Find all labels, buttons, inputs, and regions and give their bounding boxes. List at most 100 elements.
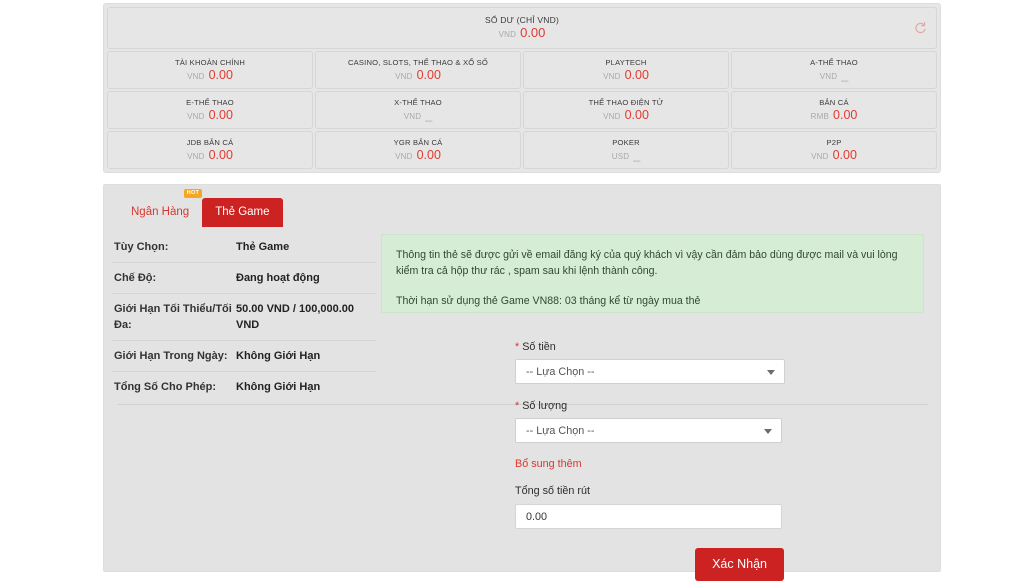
amount-select-value: -- Lựa Chọn -- bbox=[526, 365, 595, 378]
total-balance-value: 0.00 bbox=[520, 25, 546, 40]
account-card: X-THỂ THAO VND _ bbox=[315, 91, 521, 129]
account-card: PLAYTECH VND 0.00 bbox=[523, 51, 729, 89]
account-amount: RMB 0.00 bbox=[811, 108, 858, 124]
tab-ngan-hang[interactable]: Ngân Hàng HOT bbox=[118, 189, 203, 227]
account-currency: VND bbox=[811, 151, 829, 161]
info-value: 50.00 VND / 100,000.00 VND bbox=[236, 303, 355, 331]
account-card: A-THỂ THAO VND _ bbox=[731, 51, 937, 89]
total-withdraw-input[interactable] bbox=[515, 504, 782, 529]
table-row: Giới Hạn Tối Thiểu/Tối Đa: 50.00 VND / 1… bbox=[112, 294, 376, 341]
tab-bar: Ngân Hàng HOT Thẻ Game bbox=[118, 189, 940, 227]
account-value: 0.00 bbox=[833, 107, 858, 122]
account-currency: VND bbox=[819, 71, 838, 81]
account-label: BẮN CÁ bbox=[819, 97, 849, 107]
purchase-form: * Số tiền -- Lựa Chọn -- * Số lượng -- Lựa… bbox=[515, 340, 815, 581]
account-amount: USD _ bbox=[612, 148, 640, 164]
account-card: CASINO, SLOTS, THỂ THAO & XỔ SỐ VND 0.00 bbox=[315, 51, 521, 89]
account-currency: VND bbox=[187, 111, 205, 121]
account-label: JDB BẮN CÁ bbox=[186, 137, 234, 147]
info-key: Tùy Chọn: bbox=[114, 241, 169, 253]
account-card: BẮN CÁ RMB 0.00 bbox=[731, 91, 937, 129]
amount-label: * Số tiền bbox=[515, 340, 815, 354]
account-amount: VND 0.00 bbox=[395, 68, 441, 84]
info-value: Đang hoạt động bbox=[236, 272, 320, 284]
account-amount: VND 0.00 bbox=[187, 108, 233, 124]
info-notice-box: Thông tin thẻ sẽ được gửi về email đăng … bbox=[381, 234, 924, 313]
account-value: _ bbox=[633, 147, 641, 162]
account-card: YGR BẮN CÁ VND 0.00 bbox=[315, 131, 521, 169]
account-label: TÀI KHOẢN CHÍNH bbox=[174, 57, 246, 67]
total-balance-amount: VND 0.00 bbox=[499, 26, 546, 42]
confirm-button[interactable]: Xác Nhận bbox=[695, 548, 784, 581]
total-balance-currency: VND bbox=[498, 30, 517, 39]
account-label: POKER bbox=[612, 137, 640, 147]
account-currency: VND bbox=[403, 111, 422, 121]
account-value: 0.00 bbox=[416, 67, 441, 82]
account-currency: USD bbox=[611, 151, 630, 161]
account-amount: VND _ bbox=[820, 68, 848, 84]
account-value: 0.00 bbox=[208, 67, 233, 82]
account-value: _ bbox=[425, 107, 433, 122]
table-row: Tùy Chọn: Thẻ Game bbox=[112, 232, 376, 263]
account-label: THỂ THAO ĐIỆN TỬ bbox=[588, 97, 664, 107]
amount-select[interactable]: -- Lựa Chọn -- bbox=[515, 359, 785, 384]
info-key: Chế Độ: bbox=[114, 272, 157, 284]
info-key: Giới Hạn Trong Ngày: bbox=[114, 350, 228, 362]
account-card: P2P VND 0.00 bbox=[731, 131, 937, 169]
notice-line-2: Thời hạn sử dụng thẻ Game VN88: 03 tháng… bbox=[396, 295, 701, 307]
account-value: 0.00 bbox=[208, 107, 233, 122]
confirm-row: Xác Nhận bbox=[515, 548, 784, 581]
tab-the-game[interactable]: Thẻ Game bbox=[202, 198, 283, 227]
form-spacer bbox=[515, 384, 815, 399]
hot-badge: HOT bbox=[183, 189, 203, 198]
account-currency: VND bbox=[603, 111, 621, 121]
account-currency: VND bbox=[603, 71, 621, 81]
quantity-label-text: Số lượng bbox=[522, 400, 568, 412]
account-currency: VND bbox=[395, 71, 413, 81]
account-label: CASINO, SLOTS, THỂ THAO & XỔ SỐ bbox=[347, 57, 489, 67]
quantity-label: * Số lượng bbox=[515, 399, 815, 413]
tab-the-game-label: Thẻ Game bbox=[215, 206, 270, 218]
total-withdraw-label: Tổng số tiền rút bbox=[515, 485, 591, 497]
account-value: 0.00 bbox=[416, 147, 441, 162]
account-amount: VND 0.00 bbox=[187, 68, 233, 84]
refresh-icon[interactable] bbox=[913, 21, 927, 35]
account-amount: VND 0.00 bbox=[395, 148, 441, 164]
table-row: Tổng Số Cho Phép: Không Giới Hạn bbox=[112, 372, 376, 402]
account-amount: VND _ bbox=[404, 108, 432, 124]
account-value: 0.00 bbox=[624, 107, 649, 122]
required-asterisk: * bbox=[515, 400, 520, 412]
option-info-table: Tùy Chọn: Thẻ Game Chế Độ: Đang hoạt độn… bbox=[112, 232, 376, 402]
account-amount: VND 0.00 bbox=[603, 68, 649, 84]
account-label: A-THỂ THAO bbox=[810, 57, 858, 67]
required-asterisk: * bbox=[515, 341, 520, 353]
account-card: TÀI KHOẢN CHÍNH VND 0.00 bbox=[107, 51, 313, 89]
page-root: SỐ DƯ (CHỈ VND) VND 0.00 TÀI KHOẢN CHÍNH… bbox=[0, 0, 1024, 586]
info-key: Giới Hạn Tối Thiểu/Tối Đa: bbox=[114, 303, 232, 331]
account-label: YGR BẮN CÁ bbox=[393, 137, 443, 147]
account-currency: VND bbox=[395, 151, 413, 161]
account-value: _ bbox=[841, 67, 849, 82]
balance-panel: SỐ DƯ (CHỈ VND) VND 0.00 TÀI KHOẢN CHÍNH… bbox=[103, 3, 941, 173]
add-more-link[interactable]: Bổ sung thêm bbox=[515, 457, 582, 471]
account-currency: VND bbox=[187, 151, 205, 161]
table-row: Chế Độ: Đang hoạt động bbox=[112, 263, 376, 294]
account-amount: VND 0.00 bbox=[187, 148, 233, 164]
account-card: E-THỂ THAO VND 0.00 bbox=[107, 91, 313, 129]
info-value: Thẻ Game bbox=[236, 241, 290, 253]
notice-line-1: Thông tin thẻ sẽ được gửi về email đăng … bbox=[396, 249, 898, 277]
account-amount: VND 0.00 bbox=[811, 148, 857, 164]
account-balance-grid: TÀI KHOẢN CHÍNH VND 0.00 CASINO, SLOTS, … bbox=[107, 51, 937, 169]
tab-ngan-hang-label: Ngân Hàng bbox=[131, 206, 190, 218]
account-label: X-THỂ THAO bbox=[394, 97, 442, 107]
info-value: Không Giới Hạn bbox=[236, 350, 321, 362]
account-value: 0.00 bbox=[208, 147, 233, 162]
account-label: PLAYTECH bbox=[605, 57, 647, 67]
table-row: Giới Hạn Trong Ngày: Không Giới Hạn bbox=[112, 341, 376, 372]
amount-label-text: Số tiền bbox=[522, 341, 556, 353]
account-value: 0.00 bbox=[832, 147, 857, 162]
quantity-select[interactable]: -- Lựa Chọn -- bbox=[515, 418, 782, 443]
info-value: Không Giới Hạn bbox=[236, 381, 321, 393]
account-card: JDB BẮN CÁ VND 0.00 bbox=[107, 131, 313, 169]
account-card: THỂ THAO ĐIỆN TỬ VND 0.00 bbox=[523, 91, 729, 129]
